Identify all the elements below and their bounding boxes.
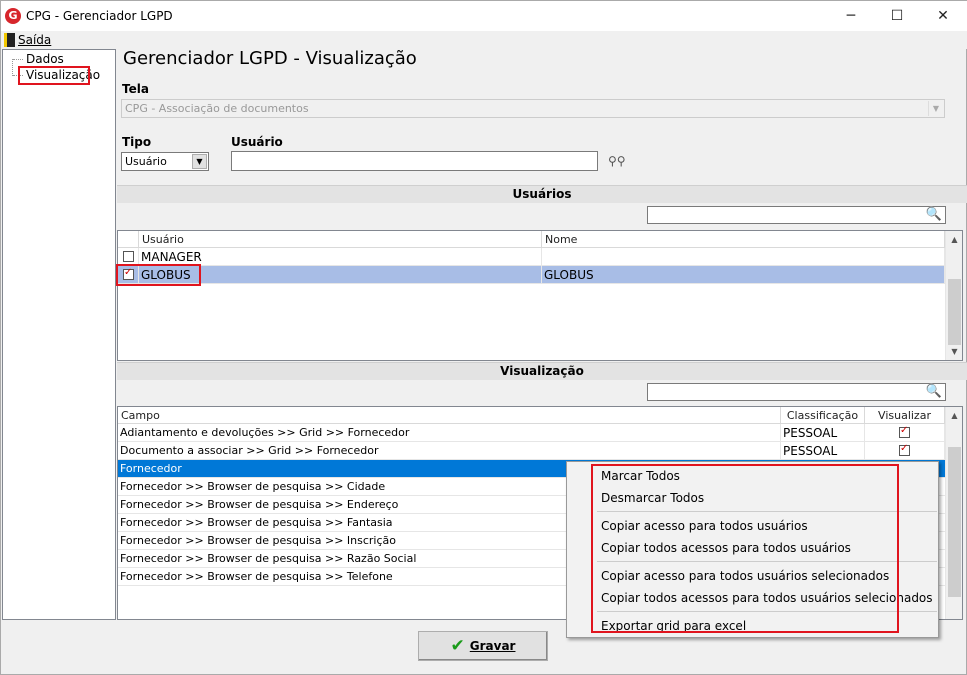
visualizar-checkbox[interactable] [899, 443, 910, 456]
binoculars-icon[interactable]: ⚲⚲ [608, 154, 626, 168]
column-header-nome[interactable]: Nome [542, 231, 945, 248]
cell-classificacao: PESSOAL [781, 424, 865, 441]
menu-item-copiar-todos-acessos-selecionados[interactable]: Copiar todos acessos para todos usuários… [601, 591, 933, 605]
tree-item-dados[interactable]: Dados [25, 52, 65, 66]
menu-item-marcar-todos[interactable]: Marcar Todos [601, 469, 680, 483]
tipo-select[interactable]: Usuário ▼ [121, 152, 209, 171]
cell-nome [542, 248, 945, 265]
dropdown-arrow-icon[interactable]: ▼ [192, 154, 207, 169]
column-header-visualizar[interactable]: Visualizar [865, 407, 945, 424]
cell-nome: GLOBUS [542, 266, 945, 283]
menu-bar: Saída [1, 31, 967, 49]
scroll-down-icon[interactable]: ▼ [946, 343, 963, 360]
table-row[interactable]: Documento a associar >> Grid >> Forneced… [118, 442, 945, 460]
menu-item-exportar-excel[interactable]: Exportar grid para excel [601, 619, 746, 633]
table-row[interactable]: MANAGER [118, 248, 945, 266]
users-section-header: Usuários [117, 185, 967, 203]
column-header-usuario[interactable]: Usuário [139, 231, 542, 248]
column-header-campo[interactable]: Campo [118, 407, 781, 424]
cell-usuario: GLOBUS [139, 266, 542, 283]
scroll-thumb[interactable] [948, 279, 961, 345]
tela-label: Tela [122, 82, 149, 96]
menu-item-copiar-acesso-todos[interactable]: Copiar acesso para todos usuários [601, 519, 808, 533]
tipo-label: Tipo [122, 135, 152, 149]
row-checkbox-checked[interactable] [123, 267, 134, 280]
dropdown-arrow-icon: ▼ [928, 101, 943, 116]
window-title: CPG - Gerenciador LGPD [26, 9, 173, 23]
page-title: Gerenciador LGPD - Visualização [123, 48, 417, 69]
column-header-classificacao[interactable]: Classificação [781, 407, 865, 424]
menu-separator [597, 511, 937, 512]
menu-separator [597, 611, 937, 612]
vis-section-header: Visualização [117, 362, 967, 380]
minimize-button[interactable]: ─ [828, 1, 874, 31]
tree-connector [13, 59, 23, 60]
menu-item-desmarcar-todos[interactable]: Desmarcar Todos [601, 491, 704, 505]
users-search-input[interactable]: 🔍 [647, 206, 946, 224]
row-checkbox[interactable] [123, 251, 134, 262]
navigation-tree: Dados Visualização [2, 49, 116, 620]
context-menu: Marcar Todos Desmarcar Todos Copiar aces… [566, 461, 939, 638]
app-window: G CPG - Gerenciador LGPD ─ ☐ ✕ Saída Dad… [0, 0, 967, 675]
checkmark-icon: ✔ [450, 636, 465, 656]
table-row-selected[interactable]: GLOBUS GLOBUS [118, 266, 945, 284]
scroll-up-icon[interactable]: ▲ [946, 407, 963, 424]
tipo-value: Usuário [125, 155, 167, 168]
title-bar: G CPG - Gerenciador LGPD ─ ☐ ✕ [1, 1, 967, 31]
cell-usuario: MANAGER [139, 248, 542, 265]
usuario-input[interactable] [231, 151, 598, 171]
scroll-up-icon[interactable]: ▲ [946, 231, 963, 248]
menu-separator [597, 561, 937, 562]
tree-connector [12, 59, 13, 76]
menu-exit[interactable]: Saída [4, 31, 51, 49]
vis-grid-scrollbar[interactable]: ▲ [945, 407, 962, 619]
exit-icon [4, 33, 15, 47]
cell-classificacao: PESSOAL [781, 442, 865, 459]
save-button[interactable]: ✔ Gravar [418, 631, 548, 661]
tela-select: CPG - Associação de documentos ▼ [121, 99, 945, 118]
app-logo-icon: G [5, 8, 21, 24]
menu-item-copiar-acesso-selecionados[interactable]: Copiar acesso para todos usuários seleci… [601, 569, 889, 583]
close-button[interactable]: ✕ [920, 1, 966, 31]
menu-item-copiar-todos-acessos-todos[interactable]: Copiar todos acessos para todos usuários [601, 541, 851, 555]
tela-value: CPG - Associação de documentos [125, 102, 309, 115]
tree-connector [13, 75, 23, 76]
menu-exit-label: Saída [18, 33, 52, 47]
scroll-thumb[interactable] [948, 447, 961, 597]
usuario-label: Usuário [231, 135, 283, 149]
search-icon[interactable]: 🔍 [926, 207, 942, 223]
cell-campo: Documento a associar >> Grid >> Forneced… [118, 442, 781, 459]
column-header-check [118, 231, 139, 248]
users-grid: Usuário Nome MANAGER GLOBUS GLOBUS ▲ ▼ [117, 230, 963, 361]
tree-item-visualizacao[interactable]: Visualização [25, 68, 101, 82]
save-button-label: Gravar [469, 639, 516, 653]
search-icon[interactable]: 🔍 [926, 384, 942, 400]
users-grid-scrollbar[interactable]: ▲ ▼ [945, 231, 962, 360]
maximize-button[interactable]: ☐ [874, 1, 920, 31]
visualizar-checkbox[interactable] [899, 425, 910, 438]
table-row[interactable]: Adiantamento e devoluções >> Grid >> For… [118, 424, 945, 442]
cell-campo: Adiantamento e devoluções >> Grid >> For… [118, 424, 781, 441]
vis-search-input[interactable]: 🔍 [647, 383, 946, 401]
